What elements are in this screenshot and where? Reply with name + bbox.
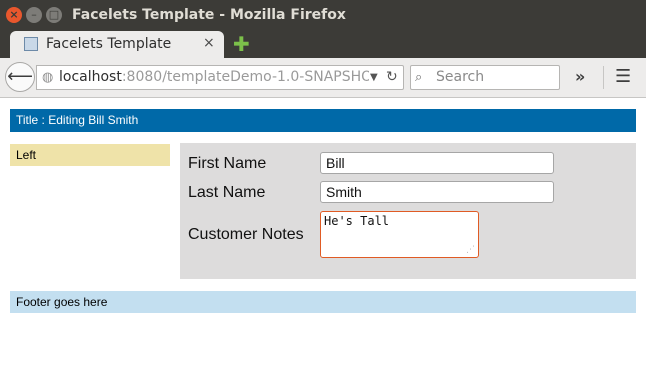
left-panel: Left xyxy=(10,144,170,166)
url-host: localhost xyxy=(59,69,122,85)
window-title: Facelets Template - Mozilla Firefox xyxy=(72,7,346,23)
last-name-label: Last Name xyxy=(188,184,266,201)
chevron-double-right-icon[interactable]: » xyxy=(575,68,585,86)
resize-grip-icon[interactable]: ⋰ xyxy=(466,245,476,255)
last-name-input[interactable] xyxy=(320,181,554,203)
customer-notes-label: Customer Notes xyxy=(188,226,304,243)
new-tab-icon[interactable]: ✚ xyxy=(233,34,250,54)
globe-icon[interactable]: ◍ xyxy=(42,71,53,85)
navigation-toolbar: ◍ localhost:8080/templateDemo-1.0-SNAPSH… xyxy=(0,58,646,98)
first-name-input[interactable] xyxy=(320,152,554,174)
content-panel: First Name Last Name Customer Notes He's… xyxy=(180,143,636,279)
hamburger-menu-icon[interactable]: ☰ xyxy=(615,67,631,87)
page-header: Title : Editing Bill Smith xyxy=(10,109,636,132)
window-close-button[interactable]: × xyxy=(6,7,22,23)
url-bar[interactable]: ◍ localhost:8080/templateDemo-1.0-SNAPSH… xyxy=(36,65,404,90)
page-favicon-icon xyxy=(24,37,38,51)
reload-icon[interactable]: ↻ xyxy=(386,69,398,86)
url-text[interactable]: localhost:8080/templateDemo-1.0-SNAPSHOT xyxy=(59,69,369,86)
customer-notes-textarea[interactable]: He's Tall xyxy=(320,211,479,258)
first-name-label: First Name xyxy=(188,155,267,172)
search-icon: ⌕ xyxy=(415,70,423,85)
tab-label: Facelets Template xyxy=(46,36,172,52)
page-footer: Footer goes here xyxy=(10,291,636,313)
back-arrow-icon: ⟵ xyxy=(7,66,33,87)
window-titlebar: × – □ Facelets Template - Mozilla Firefo… xyxy=(0,0,646,30)
window-minimize-button[interactable]: – xyxy=(26,7,42,23)
browser-tab[interactable]: Facelets Template × xyxy=(10,31,224,58)
search-bar[interactable]: ⌕ Search xyxy=(410,65,560,90)
tab-close-icon[interactable]: × xyxy=(203,34,215,52)
url-dropdown-icon[interactable]: ▼ xyxy=(370,71,378,85)
window-maximize-button[interactable]: □ xyxy=(46,7,62,23)
back-button[interactable]: ⟵ xyxy=(5,62,35,92)
url-path: :8080/templateDemo-1.0-SNAPSHOT xyxy=(121,69,369,85)
toolbar-separator xyxy=(603,66,604,89)
search-placeholder: Search xyxy=(436,69,485,85)
